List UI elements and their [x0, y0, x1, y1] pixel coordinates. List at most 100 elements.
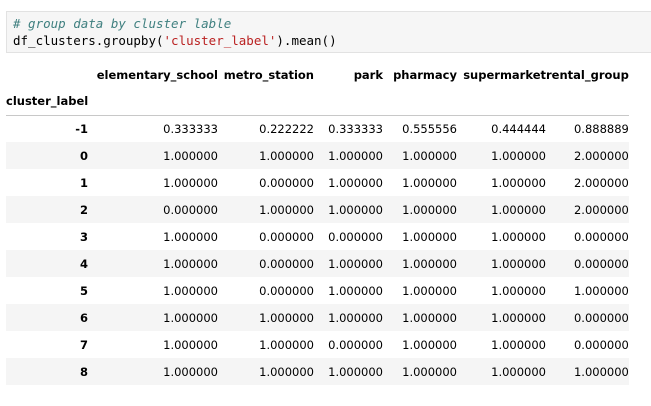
table-cell: 1.000000 — [328, 202, 383, 217]
table-cell: 1.000000 — [402, 364, 457, 379]
table-cell: 1.000000 — [402, 310, 457, 325]
table-cell: 1.000000 — [491, 229, 546, 244]
table-cell: 1.000000 — [573, 364, 629, 379]
table-cell: 1.000000 — [163, 310, 218, 325]
code-string-arg: 'cluster_label' — [163, 33, 277, 48]
table-cell: 0.444444 — [491, 121, 546, 136]
table-cell: 0.000000 — [259, 229, 314, 244]
table-cell: 1.000000 — [163, 148, 218, 163]
row-index-label: -1 — [75, 121, 88, 136]
table-cell: 1.000000 — [491, 337, 546, 352]
table-cell: 0.000000 — [573, 337, 629, 352]
table-cell: 1.000000 — [163, 337, 218, 352]
column-header: metro_station — [223, 68, 314, 82]
empty-header-cell — [218, 88, 314, 115]
table-cell: 1.000000 — [259, 310, 314, 325]
table-cell: 0.333333 — [328, 121, 383, 136]
table-row: 3 1.000000 0.000000 0.000000 1.000000 1.00000… — [6, 223, 629, 250]
corner-cell — [6, 62, 94, 88]
table-cell: 0.000000 — [328, 229, 383, 244]
row-index-label: 2 — [79, 202, 88, 217]
table-cell: 0.000000 — [573, 229, 629, 244]
table-cell: 0.888889 — [573, 121, 629, 136]
table-cell: 1.000000 — [402, 175, 457, 190]
table-cell: 1.000000 — [402, 256, 457, 271]
table-cell: 2.000000 — [573, 202, 629, 217]
column-header: rental_group — [546, 68, 629, 82]
table-cell: 1.000000 — [163, 229, 218, 244]
table-cell: 2.000000 — [573, 148, 629, 163]
table-cell: 0.333333 — [163, 121, 218, 136]
table-cell: 0.000000 — [573, 310, 629, 325]
row-index-label: 4 — [79, 256, 88, 271]
table-cell: 0.222222 — [259, 121, 314, 136]
table-cell: 1.000000 — [328, 175, 383, 190]
table-cell: 0.000000 — [259, 256, 314, 271]
row-index-label: 6 — [79, 310, 88, 325]
empty-header-cell — [314, 88, 383, 115]
table-cell: 0.555556 — [402, 121, 457, 136]
table-row: 0 1.000000 1.000000 1.000000 1.000000 1.00000… — [6, 142, 629, 169]
table-cell: 1.000000 — [259, 202, 314, 217]
table-cell: 1.000000 — [402, 148, 457, 163]
table-cell: 0.000000 — [573, 256, 629, 271]
table-cell: 1.000000 — [259, 148, 314, 163]
empty-header-cell — [457, 88, 546, 115]
table-cell: 1.000000 — [491, 283, 546, 298]
table-cell: 1.000000 — [328, 148, 383, 163]
table-row: 1 1.000000 0.000000 1.000000 1.000000 1.00000… — [6, 169, 629, 196]
table-cell: 1.000000 — [259, 337, 314, 352]
table-cell: 2.000000 — [573, 175, 629, 190]
row-index-label: 7 — [79, 337, 88, 352]
table-cell: 1.000000 — [328, 310, 383, 325]
table-row: 8 1.000000 1.000000 1.000000 1.000000 1.00000… — [6, 358, 629, 385]
column-header: elementary_school — [96, 68, 218, 82]
dataframe-output: elementary_school metro_station park pha… — [6, 62, 629, 385]
table-cell: 0.000000 — [259, 175, 314, 190]
table-row: 2 0.000000 1.000000 1.000000 1.000000 1.00000… — [6, 196, 629, 223]
empty-header-cell — [546, 88, 629, 115]
column-header-row: elementary_school metro_station park pha… — [6, 62, 629, 88]
table-cell: 0.000000 — [259, 283, 314, 298]
row-index-label: 0 — [79, 148, 88, 163]
code-cell[interactable]: # group data by cluster lable df_cluster… — [6, 11, 651, 53]
notebook-page: # group data by cluster lable df_cluster… — [0, 0, 651, 406]
table-cell: 1.000000 — [163, 175, 218, 190]
table-row: 6 1.000000 1.000000 1.000000 1.000000 1.00000… — [6, 304, 629, 331]
column-header: park — [353, 68, 383, 82]
table-cell: 1.000000 — [259, 364, 314, 379]
table-cell: 0.000000 — [163, 202, 218, 217]
code-call-suffix: ).mean() — [276, 33, 337, 48]
table-cell: 1.000000 — [163, 283, 218, 298]
table-cell: 0.000000 — [328, 337, 383, 352]
column-header: pharmacy — [393, 68, 457, 82]
table-cell: 1.000000 — [491, 202, 546, 217]
table-cell: 1.000000 — [163, 364, 218, 379]
code-call-prefix: df_clusters.groupby( — [13, 33, 164, 48]
table-body: -1 0.333333 0.222222 0.333333 0.555556 0.4444… — [6, 115, 629, 385]
empty-header-cell — [94, 88, 218, 115]
table-cell: 1.000000 — [491, 175, 546, 190]
row-index-label: 3 — [79, 229, 88, 244]
table-row: -1 0.333333 0.222222 0.333333 0.555556 0.4444… — [6, 115, 629, 142]
empty-header-cell — [383, 88, 457, 115]
table-cell: 1.000000 — [491, 148, 546, 163]
code-comment: # group data by cluster lable — [13, 16, 232, 31]
table-cell: 1.000000 — [328, 364, 383, 379]
row-index-label: 8 — [79, 364, 88, 379]
table-cell: 1.000000 — [163, 256, 218, 271]
table-cell: 1.000000 — [328, 256, 383, 271]
table-cell: 1.000000 — [402, 337, 457, 352]
index-name-row: cluster_label — [6, 88, 629, 115]
table-cell: 1.000000 — [491, 256, 546, 271]
table-row: 5 1.000000 0.000000 1.000000 1.000000 1.00000… — [6, 277, 629, 304]
table-cell: 1.000000 — [491, 310, 546, 325]
table-cell: 1.000000 — [328, 283, 383, 298]
row-index-label: 5 — [79, 283, 88, 298]
row-index-label: 1 — [79, 175, 88, 190]
table-cell: 1.000000 — [573, 283, 629, 298]
table-cell: 1.000000 — [491, 364, 546, 379]
table-cell: 1.000000 — [402, 229, 457, 244]
table-row: 7 1.000000 1.000000 0.000000 1.000000 1.00000… — [6, 331, 629, 358]
table-cell: 1.000000 — [402, 202, 457, 217]
